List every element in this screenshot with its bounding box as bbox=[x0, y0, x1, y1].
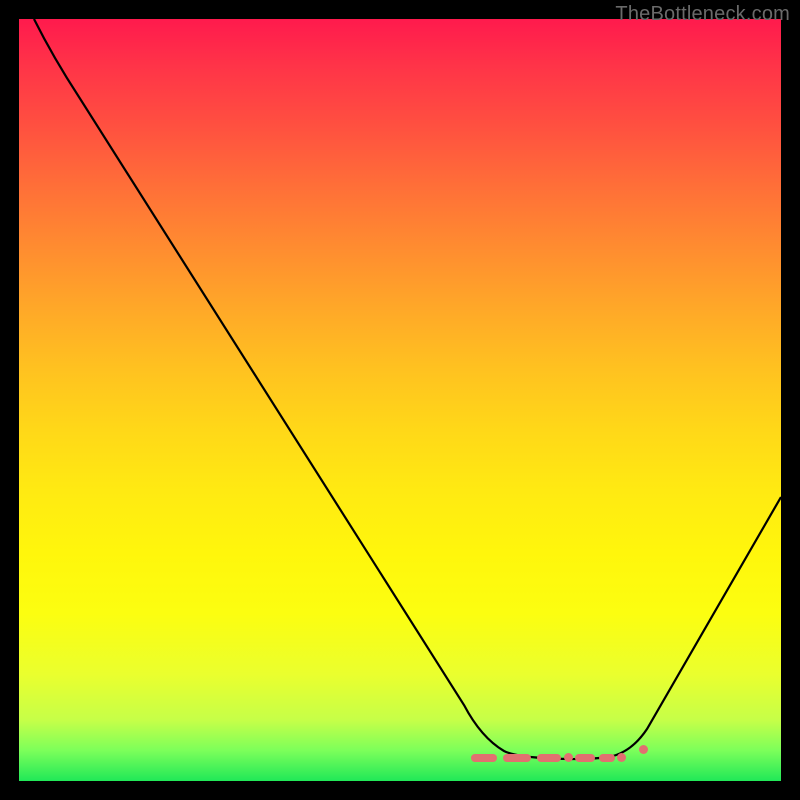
mismatch-curve bbox=[19, 19, 781, 781]
curve-path bbox=[34, 19, 781, 759]
watermark-text: TheBottleneck.com bbox=[615, 3, 790, 26]
gradient-plot-area bbox=[19, 19, 781, 781]
